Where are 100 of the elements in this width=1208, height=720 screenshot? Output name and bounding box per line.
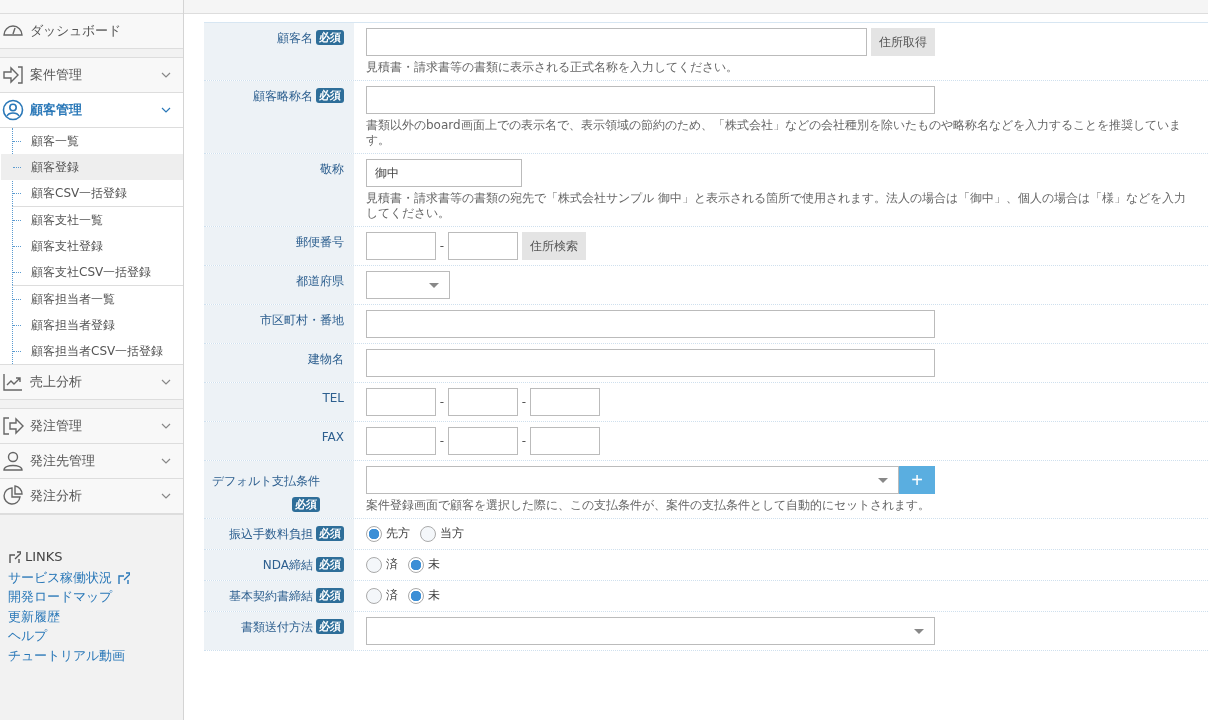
radio-button[interactable] xyxy=(420,525,436,542)
nav-label: 発注管理 xyxy=(30,417,83,435)
radio-option[interactable]: 未 xyxy=(408,556,440,573)
text-field[interactable] xyxy=(366,388,436,416)
submenu-item[interactable]: 顧客CSV一括登録 xyxy=(1,180,183,206)
required-badge: 必須 xyxy=(316,557,344,572)
radio-option[interactable]: 先方 xyxy=(366,525,410,542)
chevron-icon xyxy=(161,457,171,465)
text-field[interactable]: 御中 xyxy=(366,159,522,187)
chevron-icon xyxy=(161,106,171,114)
chevron-icon xyxy=(161,422,171,430)
help-text: 書類以外のboard画面上での表示名で、表示領域の節約のため、「株式会社」などの会社種別を除いたものや略称名などを入力することを推奨しています。 xyxy=(366,118,1182,148)
address-button[interactable]: 住所取得 xyxy=(871,28,935,56)
text-field[interactable] xyxy=(448,388,518,416)
help-text: 見積書・請求書等の書類に表示される正式名称を入力してください。 xyxy=(366,60,739,75)
text-field[interactable] xyxy=(448,427,518,455)
submenu-item[interactable]: 顧客登録 xyxy=(1,154,183,180)
radio-button[interactable] xyxy=(366,587,382,604)
radio-option[interactable]: 当方 xyxy=(420,525,464,542)
field-label: 建物名 xyxy=(308,351,344,368)
separator: - xyxy=(520,395,528,409)
text-field[interactable] xyxy=(366,427,436,455)
radio-button[interactable] xyxy=(366,525,382,542)
radio-option[interactable]: 未 xyxy=(408,587,440,604)
separator: - xyxy=(438,395,446,409)
radio-button[interactable] xyxy=(366,556,382,573)
chevron-icon xyxy=(161,378,171,386)
sign-in-icon xyxy=(2,64,24,86)
links-heading: LINKS xyxy=(25,549,63,564)
field-label: NDA締結 xyxy=(262,557,313,574)
text-field[interactable] xyxy=(366,310,935,338)
radio-button[interactable] xyxy=(408,587,424,604)
field-label: 都道府県 xyxy=(296,273,344,290)
chevron-icon xyxy=(161,492,171,500)
nav-item[interactable]: 発注分析 xyxy=(0,479,183,514)
nav-label: 発注分析 xyxy=(30,487,83,505)
link[interactable]: チュートリアル動画 xyxy=(8,646,125,665)
text-field[interactable] xyxy=(448,232,518,260)
chevron-icon xyxy=(161,71,171,79)
text-field[interactable] xyxy=(366,349,935,377)
radio-option[interactable]: 済 xyxy=(366,556,398,573)
nav-item[interactable]: ダッシュボード xyxy=(0,14,183,49)
help-text: 見積書・請求書等の書類の宛先で「株式会社サンプル 御中」と表示される箇所で使用されます。法人の場合は「御中」、個人の場合は「様」などを入力してください。 xyxy=(366,191,1187,221)
radio-option[interactable]: 済 xyxy=(366,587,398,604)
field-label: 書類送付方法 xyxy=(241,619,313,636)
field-label: 基本契約書締結 xyxy=(229,588,313,605)
nav-item[interactable]: 顧客管理 xyxy=(0,93,183,128)
submenu-item[interactable]: 顧客担当者CSV一括登録 xyxy=(1,338,183,364)
separator: - xyxy=(520,434,528,448)
text-field[interactable] xyxy=(366,28,867,56)
dropdown[interactable] xyxy=(366,466,899,494)
nav-label: 顧客管理 xyxy=(30,101,83,119)
text-field[interactable] xyxy=(530,427,600,455)
radio-button[interactable] xyxy=(408,556,424,573)
required-badge: 必須 xyxy=(292,497,320,512)
required-badge: 必須 xyxy=(316,88,344,103)
nav-label: 売上分析 xyxy=(30,373,83,391)
external-link-icon xyxy=(8,550,21,563)
nav-item[interactable]: 売上分析 xyxy=(0,365,183,400)
nav-item[interactable]: 発注先管理 xyxy=(0,444,183,479)
submenu-item[interactable]: 顧客担当者一覧 xyxy=(1,286,183,312)
field-label: TEL xyxy=(322,390,344,407)
sign-out-icon xyxy=(2,415,24,437)
text-field[interactable] xyxy=(530,388,600,416)
text-field[interactable] xyxy=(366,232,436,260)
nav-item[interactable]: 案件管理 xyxy=(0,58,183,93)
required-badge: 必須 xyxy=(316,30,344,45)
field-label: デフォルト支払条件 xyxy=(212,473,320,490)
caret-icon xyxy=(914,628,924,634)
nav-label: 案件管理 xyxy=(30,66,83,84)
submenu-item[interactable]: 顧客一覧 xyxy=(1,128,183,154)
required-badge: 必須 xyxy=(316,526,344,541)
field-label: 振込手数料負担 xyxy=(229,526,313,543)
link[interactable]: サービス稼働状況 xyxy=(8,568,130,587)
field-label: 顧客略称名 xyxy=(253,88,313,105)
submenu-item[interactable]: 顧客担当者登録 xyxy=(1,312,183,338)
submenu-item[interactable]: 顧客支社一覧 xyxy=(1,207,183,233)
field-label: 郵便番号 xyxy=(296,234,344,251)
pie-chart-icon xyxy=(2,485,24,507)
link[interactable]: 更新履歴 xyxy=(8,607,60,626)
user-circle-icon xyxy=(2,99,24,121)
field-label: FAX xyxy=(321,429,344,446)
field-label: 顧客名 xyxy=(277,30,313,47)
text-field[interactable] xyxy=(366,86,935,114)
required-badge: 必須 xyxy=(316,588,344,603)
external-link-icon xyxy=(117,571,130,585)
link[interactable]: ヘルプ xyxy=(8,627,47,646)
dropdown[interactable] xyxy=(366,271,450,299)
help-text: 案件登録画面で顧客を選択した際に、この支払条件が、案件の支払条件として自動的にセットされます。 xyxy=(366,498,931,513)
address-search-button[interactable]: 住所検索 xyxy=(522,232,586,260)
user-icon xyxy=(2,450,24,472)
submenu-item[interactable]: 顧客支社CSV一括登録 xyxy=(1,259,183,285)
field-label: 敬称 xyxy=(320,161,344,178)
caret-icon xyxy=(429,282,439,288)
dropdown[interactable] xyxy=(366,617,935,645)
nav-item[interactable]: 発注管理 xyxy=(0,409,183,444)
submenu-item[interactable]: 顧客支社登録 xyxy=(1,233,183,259)
link[interactable]: 開発ロードマップ xyxy=(8,588,112,607)
separator: - xyxy=(438,239,446,253)
separator: - xyxy=(438,434,446,448)
